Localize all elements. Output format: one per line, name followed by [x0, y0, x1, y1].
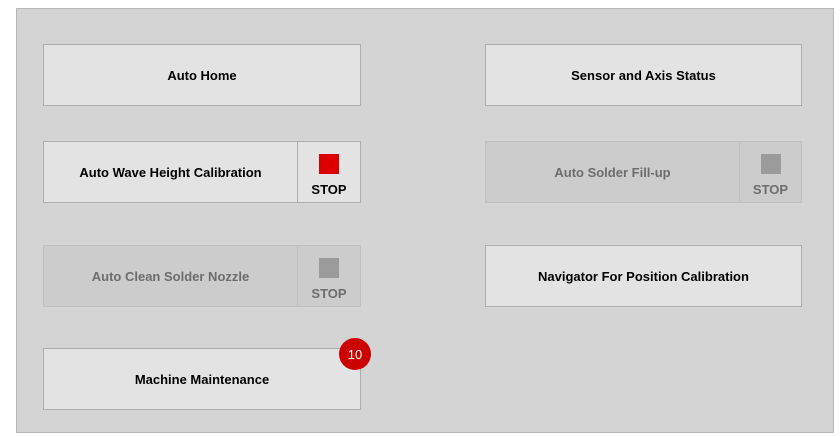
maintenance-notification-badge: 10 — [339, 338, 371, 370]
auto-clean-stop-button[interactable]: STOP — [297, 245, 361, 307]
stop-label: STOP — [311, 286, 347, 301]
sensor-axis-status-button[interactable]: Sensor and Axis Status — [485, 44, 802, 106]
stop-square-icon — [319, 258, 339, 278]
function-panel: Auto Home Sensor and Axis Status Auto Wa… — [16, 8, 834, 433]
stop-square-icon — [319, 154, 339, 174]
machine-maintenance-button[interactable]: Machine Maintenance — [43, 348, 361, 410]
auto-wave-height-calibration-button[interactable]: Auto Wave Height Calibration — [43, 141, 298, 203]
stop-square-icon — [760, 154, 781, 174]
auto-home-button[interactable]: Auto Home — [43, 44, 361, 106]
stop-label: STOP — [752, 182, 789, 197]
stop-label: STOP — [311, 182, 347, 197]
auto-solder-fill-up-button[interactable]: Auto Solder Fill-up — [485, 141, 740, 203]
auto-wave-stop-button[interactable]: STOP — [297, 141, 361, 203]
auto-solder-fill-stop-button[interactable]: STOP — [739, 141, 802, 203]
auto-clean-solder-nozzle-button[interactable]: Auto Clean Solder Nozzle — [43, 245, 298, 307]
navigator-position-calibration-button[interactable]: Navigator For Position Calibration — [485, 245, 802, 307]
